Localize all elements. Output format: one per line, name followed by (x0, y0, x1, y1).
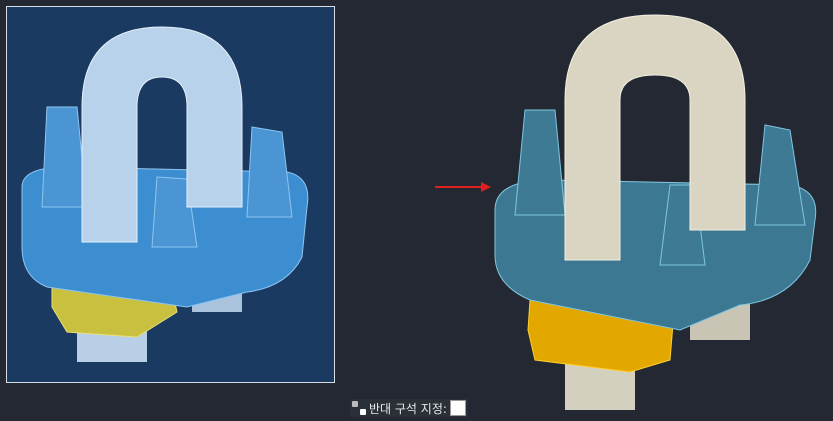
corner-select-icon (352, 401, 366, 415)
prompt-input[interactable] (449, 400, 466, 416)
result-model-shaded (494, 14, 817, 410)
selected-model-viewport[interactable] (6, 6, 335, 383)
red-arrow-icon (435, 182, 491, 192)
command-prompt[interactable]: 반대 구석 지정: (350, 399, 468, 417)
wire-rope-clip-mesh (21, 26, 309, 362)
prompt-text: 반대 구석 지정: (369, 401, 447, 416)
